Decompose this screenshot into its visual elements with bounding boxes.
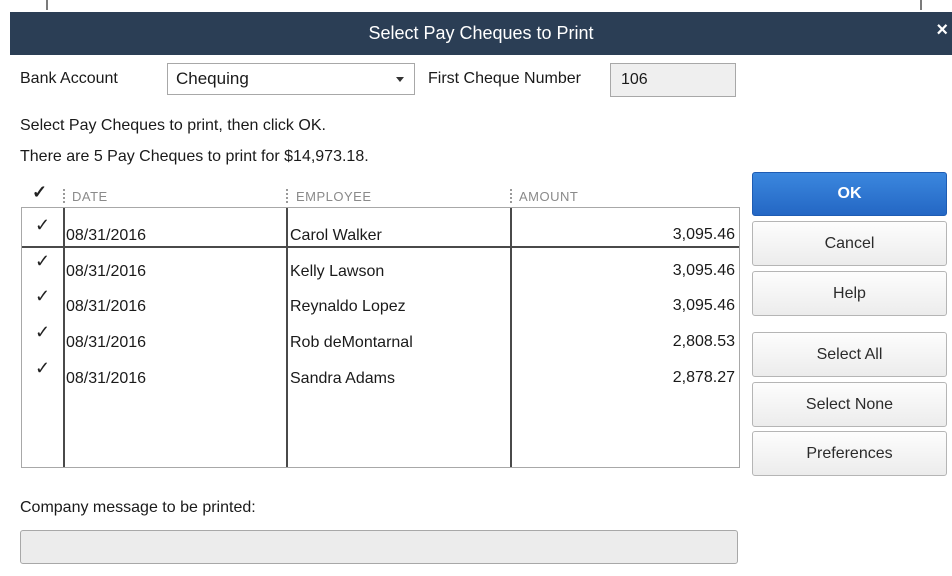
row-amount: 3,095.46: [672, 262, 735, 279]
check-mark-icon[interactable]: ✓: [35, 286, 50, 307]
preferences-button[interactable]: Preferences: [752, 431, 947, 476]
bank-account-label: Bank Account: [20, 70, 118, 87]
select-all-button[interactable]: Select All: [752, 332, 947, 377]
date-column-header[interactable]: DATE: [72, 189, 108, 204]
column-separator: [63, 189, 65, 203]
column-separator: [286, 189, 288, 203]
row-date: 08/31/2016: [66, 334, 147, 351]
background-edge: [920, 0, 922, 10]
check-column-header[interactable]: ✓: [32, 182, 47, 203]
row-employee: Sandra Adams: [290, 370, 395, 387]
dialog-title: Select Pay Cheques to Print: [368, 23, 594, 43]
check-mark-icon[interactable]: ✓: [35, 358, 50, 379]
background-strip: [0, 0, 952, 12]
row-date: 08/31/2016: [66, 263, 147, 280]
company-message-label: Company message to be printed:: [20, 499, 256, 516]
row-employee: Reynaldo Lopez: [290, 298, 406, 315]
first-cheque-number-input[interactable]: 106: [610, 63, 736, 97]
row-amount: 3,095.46: [672, 297, 735, 314]
select-none-button[interactable]: Select None: [752, 382, 947, 427]
table-row[interactable]: ✓ 08/31/2016 Sandra Adams 2,878.27: [22, 358, 739, 394]
cancel-button[interactable]: Cancel: [752, 221, 947, 266]
first-cheque-number-value: 106: [621, 71, 648, 88]
row-amount: 3,095.46: [672, 226, 735, 243]
row-amount: 2,878.27: [672, 369, 735, 386]
pay-cheques-table: ✓ 08/31/2016 Carol Walker 3,095.46 ✓ 08/…: [21, 207, 740, 468]
column-separator: [510, 189, 512, 203]
cheque-summary-text: There are 5 Pay Cheques to print for $14…: [20, 148, 369, 165]
row-date: 08/31/2016: [66, 298, 147, 315]
company-message-input[interactable]: [20, 530, 738, 564]
first-cheque-number-label: First Cheque Number: [428, 70, 581, 87]
title-bar: Select Pay Cheques to Print ×: [10, 12, 952, 55]
ok-button[interactable]: OK: [752, 172, 947, 216]
table-row[interactable]: ✓ 08/31/2016 Kelly Lawson 3,095.46: [22, 251, 739, 287]
employee-column-header[interactable]: EMPLOYEE: [296, 189, 372, 204]
bank-account-value: Chequing: [176, 69, 249, 88]
row-employee: Rob deMontarnal: [290, 334, 413, 351]
background-edge: [46, 0, 48, 10]
row-employee: Kelly Lawson: [290, 263, 385, 280]
check-mark-icon[interactable]: ✓: [35, 251, 50, 272]
chevron-down-icon: [396, 77, 404, 82]
row-employee: Carol Walker: [290, 227, 382, 244]
amount-column-header[interactable]: AMOUNT: [519, 189, 578, 204]
row-date: 08/31/2016: [66, 227, 147, 244]
close-icon[interactable]: ×: [936, 12, 948, 48]
table-row[interactable]: ✓ 08/31/2016 Rob deMontarnal 2,808.53: [22, 322, 739, 358]
table-row[interactable]: ✓ 08/31/2016 Reynaldo Lopez 3,095.46: [22, 286, 739, 322]
help-button[interactable]: Help: [752, 271, 947, 316]
instruction-text: Select Pay Cheques to print, then click …: [20, 117, 326, 134]
bank-account-select[interactable]: Chequing: [167, 63, 415, 95]
table-row[interactable]: ✓ 08/31/2016 Carol Walker 3,095.46: [22, 215, 739, 251]
row-date: 08/31/2016: [66, 370, 147, 387]
select-pay-cheques-dialog: Select Pay Cheques to Print × Bank Accou…: [10, 12, 952, 576]
check-mark-icon[interactable]: ✓: [35, 322, 50, 343]
row-amount: 2,808.53: [672, 333, 735, 350]
check-mark-icon[interactable]: ✓: [35, 215, 50, 236]
